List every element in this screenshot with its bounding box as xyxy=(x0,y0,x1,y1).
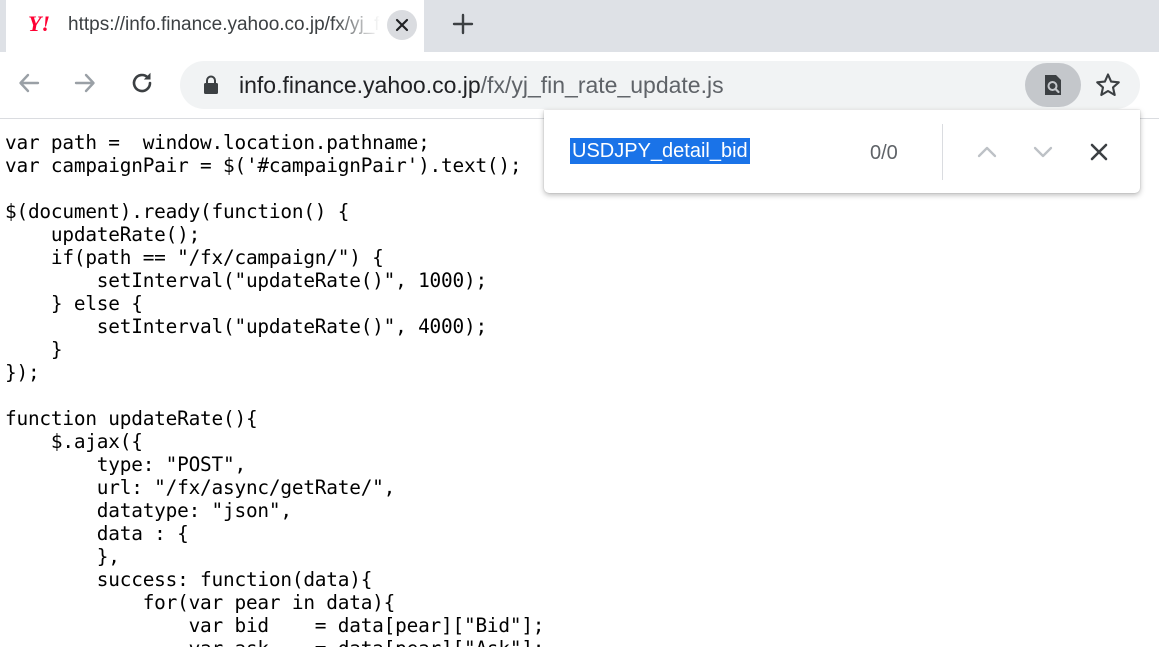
close-icon xyxy=(1090,143,1108,161)
code-line: if(path == "/fx/campaign/") { xyxy=(5,246,384,269)
code-line: var bid = data[pear]["Bid"]; xyxy=(5,614,545,637)
plus-icon xyxy=(452,13,474,35)
code-line: setInterval("updateRate()", 1000); xyxy=(5,269,487,292)
code-line: }, xyxy=(5,545,120,568)
find-divider xyxy=(942,124,943,180)
code-line: url: "/fx/async/getRate/", xyxy=(5,476,396,499)
code-line: setInterval("updateRate()", 4000); xyxy=(5,315,487,338)
toolbar: info.finance.yahoo.co.jp/fx/yj_fin_rate_… xyxy=(0,52,1159,119)
find-close-button[interactable] xyxy=(1083,136,1115,168)
code-line: updateRate(); xyxy=(5,223,201,246)
star-icon xyxy=(1096,73,1120,97)
tab-title: https://info.finance.yahoo.co.jp/fx/yj_f… xyxy=(68,14,380,35)
back-arrow-icon xyxy=(19,73,40,93)
url-host: info.finance.yahoo.co.jp xyxy=(239,72,481,98)
reload-button[interactable] xyxy=(126,67,158,99)
reload-icon xyxy=(132,72,152,93)
close-icon xyxy=(395,18,409,32)
find-input[interactable]: USDJPY_detail_bid xyxy=(570,138,750,164)
bookmark-button[interactable] xyxy=(1093,70,1123,100)
code-line: $.ajax({ xyxy=(5,430,143,453)
browser-tab[interactable]: Y! https://info.finance.yahoo.co.jp/fx/y… xyxy=(6,0,424,52)
find-in-page-button[interactable] xyxy=(1025,63,1081,107)
forward-button[interactable] xyxy=(69,67,101,99)
url-text[interactable]: info.finance.yahoo.co.jp/fx/yj_fin_rate_… xyxy=(239,71,724,99)
code-line: var ask = data[pear]["Ask"]; xyxy=(5,637,1159,647)
code-line: for(var pear in data){ xyxy=(5,591,396,614)
back-button[interactable] xyxy=(13,67,45,99)
code-line: } xyxy=(5,338,63,361)
tab-strip: Y! https://info.finance.yahoo.co.jp/fx/y… xyxy=(0,0,1159,52)
code-line: function updateRate(){ xyxy=(5,407,258,430)
tab-close-button[interactable] xyxy=(387,10,417,40)
code-line: }); xyxy=(5,361,40,384)
code-line: type: "POST", xyxy=(5,453,246,476)
find-bar: USDJPY_detail_bid 0/0 xyxy=(544,110,1140,193)
code-line: success: function(data){ xyxy=(5,568,373,591)
find-next-button[interactable] xyxy=(1027,136,1059,168)
find-previous-button[interactable] xyxy=(971,136,1003,168)
find-match-count: 0/0 xyxy=(870,142,898,164)
new-tab-button[interactable] xyxy=(448,9,478,39)
code-line: data : { xyxy=(5,522,189,545)
code-line: } else { xyxy=(5,292,143,315)
source-code: var path = window.location.pathname; var … xyxy=(0,119,1159,647)
address-bar[interactable]: info.finance.yahoo.co.jp/fx/yj_fin_rate_… xyxy=(180,61,1140,109)
yahoo-favicon-icon: Y! xyxy=(28,11,50,36)
chevron-up-icon xyxy=(977,146,997,158)
url-path: /fx/yj_fin_rate_update.js xyxy=(480,72,724,98)
browser-window: Y! https://info.finance.yahoo.co.jp/fx/y… xyxy=(0,0,1159,647)
find-in-page-icon xyxy=(1045,75,1061,95)
forward-arrow-icon xyxy=(74,73,95,93)
code-line: datatype: "json", xyxy=(5,499,292,522)
page-content: var path = window.location.pathname; var … xyxy=(0,119,1159,647)
chevron-down-icon xyxy=(1033,146,1053,158)
code-line: $(document).ready(function() { xyxy=(5,200,350,223)
lock-icon[interactable] xyxy=(202,75,220,95)
